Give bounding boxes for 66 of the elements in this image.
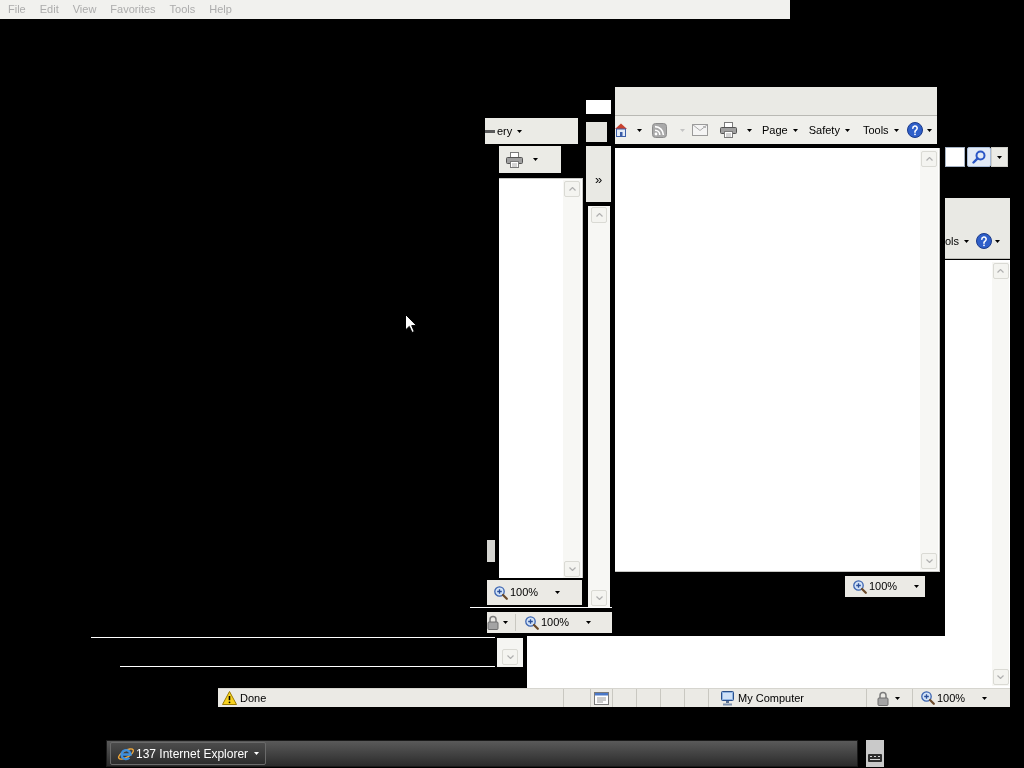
taskbar-button[interactable]: 137 Internet Explorer <box>110 742 266 765</box>
printer-icon[interactable] <box>720 122 737 138</box>
toolbar-menu-button[interactable]: ery <box>497 125 523 137</box>
zoom-button[interactable]: 100% <box>525 615 591 630</box>
caret-icon[interactable] <box>895 696 900 700</box>
envelope-icon[interactable] <box>692 124 708 136</box>
zoom-button[interactable]: 100% <box>853 579 919 594</box>
caret-icon[interactable] <box>503 621 508 624</box>
search-icon <box>972 150 986 164</box>
scrollbar-fragment <box>487 540 495 562</box>
caret-icon[interactable] <box>926 128 932 132</box>
chevron-down-icon <box>595 596 603 600</box>
chevron-down-icon <box>506 655 514 659</box>
lock-icon[interactable] <box>877 690 889 706</box>
computer-icon <box>721 690 734 706</box>
toolbar-menu-button[interactable]: Safety <box>808 124 850 136</box>
chevron-down-icon <box>997 675 1004 679</box>
chevron-up-icon <box>595 213 603 217</box>
toolbar-menu-button[interactable]: Tools <box>862 124 899 136</box>
caret-icon[interactable] <box>637 128 642 132</box>
chevron-up-icon <box>925 157 933 161</box>
caret-icon[interactable] <box>982 696 987 700</box>
chevron-up-icon <box>568 187 576 191</box>
caret-icon[interactable] <box>844 128 850 132</box>
search-field[interactable] <box>945 147 965 167</box>
caret-icon[interactable] <box>995 239 1001 243</box>
caret-icon[interactable] <box>254 752 259 755</box>
feed-icon[interactable] <box>652 122 667 138</box>
more-tools-button[interactable]: » <box>586 146 611 202</box>
lock-icon[interactable] <box>487 615 499 630</box>
house-icon[interactable] <box>615 123 627 137</box>
help-icon[interactable] <box>976 233 993 249</box>
caret-icon[interactable] <box>517 129 523 133</box>
chevron-down-icon <box>568 567 576 571</box>
zoom-icon <box>921 691 935 705</box>
caret-icon[interactable] <box>586 621 591 624</box>
zoom-icon <box>494 585 508 600</box>
chevron-down-icon <box>925 559 933 563</box>
toolbar-menu-button[interactable]: Page <box>762 124 798 136</box>
search-button[interactable] <box>967 147 991 167</box>
printer-icon[interactable] <box>506 151 523 168</box>
keyboard-icon[interactable] <box>866 740 884 767</box>
zoom-icon <box>525 615 539 630</box>
caret-icon[interactable] <box>747 128 752 132</box>
zone-text: My Computer <box>738 692 805 704</box>
caret-icon[interactable] <box>533 158 538 161</box>
pointer-icon <box>405 314 417 333</box>
zoom-button[interactable]: 100% <box>921 691 987 705</box>
caret-icon[interactable] <box>792 128 798 132</box>
minus-icon <box>485 129 495 133</box>
search-options-button[interactable] <box>991 147 1008 167</box>
caret-icon[interactable] <box>893 128 899 132</box>
zoom-icon <box>853 579 867 594</box>
toolbar-fragment <box>586 122 607 142</box>
chevron-up-icon <box>997 269 1004 273</box>
toolbar-menu-button[interactable]: ols <box>945 235 970 247</box>
warning-icon[interactable] <box>222 691 237 705</box>
help-icon[interactable] <box>906 122 923 138</box>
caret-icon[interactable] <box>997 155 1002 159</box>
status-text: Done <box>240 692 267 704</box>
blank-panel <box>586 100 611 114</box>
page-icon[interactable] <box>594 691 609 705</box>
caret-icon[interactable] <box>914 585 919 588</box>
caret-icon[interactable] <box>964 239 970 243</box>
zoom-button[interactable]: 100% <box>494 585 560 600</box>
caret-icon[interactable] <box>555 591 560 594</box>
